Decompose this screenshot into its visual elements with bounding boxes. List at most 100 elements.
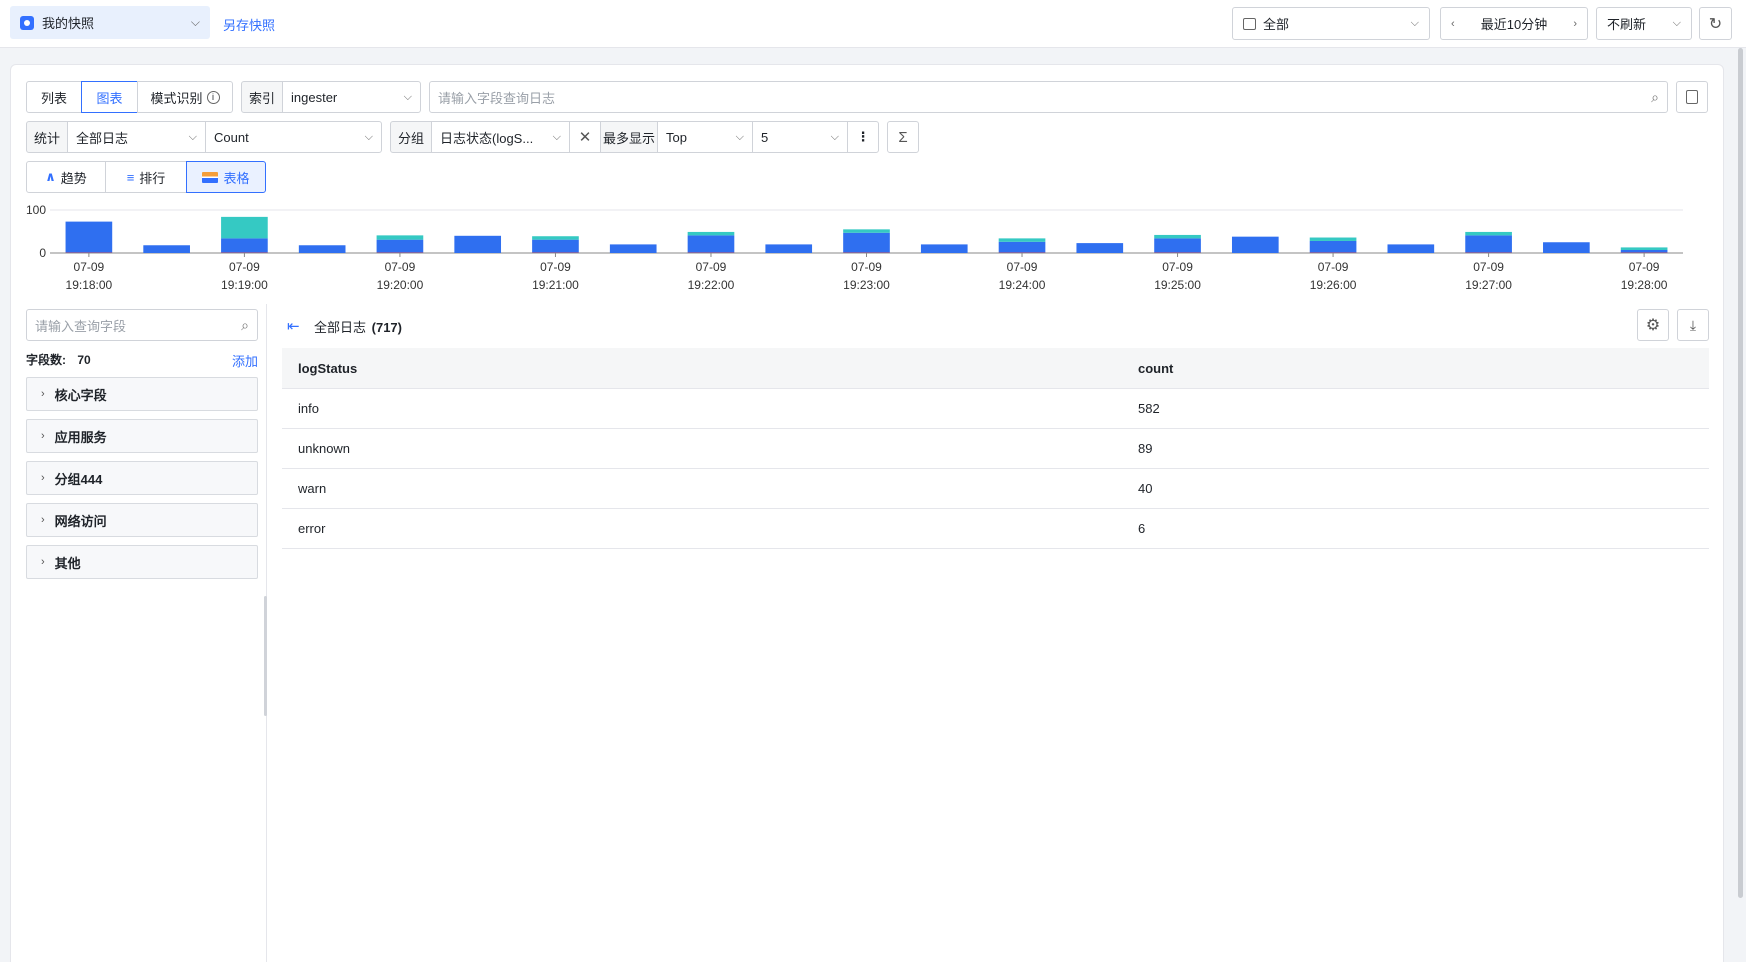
cell-count: 582 (1138, 401, 1160, 416)
field-count-label: 字段数: (26, 353, 66, 367)
chart-bar[interactable] (687, 235, 735, 253)
scope-value: 全部 (1263, 17, 1290, 32)
chart-bar[interactable] (532, 239, 579, 253)
max-value-select[interactable]: 5 ⌵ (752, 121, 848, 153)
field-group-core[interactable]: › 核心字段 (26, 377, 258, 411)
chart-bar[interactable] (376, 235, 424, 240)
index-select[interactable]: ingester ⌵ (282, 81, 421, 113)
chart-bar[interactable] (843, 232, 890, 253)
page-scrollbar[interactable] (1738, 48, 1743, 898)
x-tick-time: 19:18:00 (66, 278, 113, 292)
table-settings-button[interactable]: ⚙ (1637, 309, 1669, 341)
chart-bar[interactable] (1154, 238, 1201, 253)
x-tick-time: 19:24:00 (999, 278, 1046, 292)
chart-bar[interactable] (843, 229, 890, 233)
chevron-right-icon[interactable]: › (1573, 18, 1577, 30)
chart-bar[interactable] (1309, 237, 1357, 241)
stats-metric-select[interactable]: Count ⌵ (205, 121, 382, 153)
result-count: (717) (371, 320, 402, 335)
save-snapshot-link[interactable]: 另存快照 (223, 15, 275, 34)
cell-count: 89 (1138, 441, 1153, 456)
download-button[interactable]: ⤓ (1677, 309, 1709, 341)
refresh-value: 不刷新 (1607, 17, 1647, 32)
time-range-select[interactable]: ‹ 最近10分钟 › (1440, 7, 1588, 40)
chart-bar[interactable] (221, 238, 268, 253)
field-group-app[interactable]: › 应用服务 (26, 419, 258, 453)
collapse-sidebar-icon[interactable]: ⇤ (287, 317, 300, 335)
top-bar: 我的快照 ⌵ 另存快照 全部 ⌵ ‹ 最近10分钟 › 不刷新 ⌵ ↻ (0, 0, 1746, 48)
tab-table[interactable]: 表格 (186, 161, 266, 193)
table-icon (202, 171, 219, 183)
chart-bar[interactable] (1465, 231, 1512, 236)
stats-source-select[interactable]: 全部日志 ⌵ (67, 121, 206, 153)
chart-bar[interactable] (221, 216, 268, 239)
chart-bar[interactable] (454, 235, 502, 253)
field-count-value: 70 (77, 353, 91, 367)
scope-select[interactable]: 全部 ⌵ (1232, 7, 1430, 40)
refresh-interval-select[interactable]: 不刷新 ⌵ (1596, 7, 1692, 40)
chart-bar[interactable] (1543, 242, 1590, 253)
log-search-input[interactable]: 请输入字段查询日志 ⌕ (429, 81, 1668, 113)
field-group-444[interactable]: › 分组444 (26, 461, 258, 495)
chart-bar[interactable] (1465, 235, 1512, 253)
chart-bar[interactable] (1154, 234, 1201, 239)
chart-bar[interactable] (1076, 243, 1124, 253)
index-value: ingester (291, 89, 338, 105)
chart-bar[interactable] (143, 245, 190, 253)
chart-bar[interactable] (376, 239, 424, 253)
reload-button[interactable]: ↻ (1699, 7, 1732, 40)
field-group-label: 核心字段 (54, 387, 107, 403)
chart-bar[interactable] (998, 238, 1046, 242)
x-tick-date: 07-09 (851, 260, 882, 274)
chevron-left-icon[interactable]: ‹ (1451, 18, 1455, 30)
sum-button[interactable]: Σ (887, 121, 919, 153)
chart-bar[interactable] (609, 244, 657, 253)
field-group-other[interactable]: › 其他 (26, 545, 258, 579)
chart-bar[interactable] (687, 231, 735, 236)
chart-bar[interactable] (1620, 247, 1668, 250)
tab-trend-label: 趋势 (60, 170, 87, 186)
tab-chart[interactable]: 图表 (81, 81, 138, 113)
histogram-chart: 100 0 07-09 19:18:00 07-09 19:19:00 07-09 19:20… (26, 203, 1683, 292)
time-range-value: 最近10分钟 (1480, 17, 1548, 32)
trend-icon: ∧ (45, 169, 56, 184)
column-header-count[interactable]: count (1138, 361, 1173, 376)
x-tick-date: 07-09 (1318, 260, 1349, 274)
chart-bar[interactable] (1387, 244, 1435, 253)
y-tick-label: 0 (39, 246, 46, 260)
gear-icon: ⚙ (1645, 317, 1661, 334)
tab-trend[interactable]: ∧ 趋势 (26, 161, 106, 193)
tab-pattern[interactable]: 模式识别 i (137, 81, 233, 113)
chart-bar[interactable] (1620, 249, 1668, 253)
clear-group-button[interactable]: ✕ (569, 121, 601, 153)
tab-list[interactable]: 列表 (26, 81, 82, 113)
chart-bar[interactable] (298, 245, 346, 253)
download-icon: ⤓ (1689, 316, 1697, 333)
chart-bar[interactable] (1309, 240, 1357, 253)
chart-bar[interactable] (65, 221, 113, 253)
add-field-link[interactable]: 添加 (232, 351, 258, 370)
query-history-button[interactable] (1676, 81, 1708, 113)
x-tick-time: 19:19:00 (221, 278, 268, 292)
resize-handle[interactable] (264, 596, 267, 716)
x-tick-date: 07-09 (1007, 260, 1038, 274)
x-tick-date: 07-09 (1162, 260, 1193, 274)
chart-bar[interactable] (1231, 236, 1279, 253)
chart-bar[interactable] (532, 236, 579, 240)
x-tick-time: 19:26:00 (1310, 278, 1357, 292)
chart-bar[interactable] (765, 244, 813, 253)
chevron-right-icon: › (41, 556, 45, 568)
close-icon: ✕ (578, 129, 592, 146)
field-group-network[interactable]: › 网络访问 (26, 503, 258, 537)
x-tick-date: 07-09 (540, 260, 571, 274)
more-options-button[interactable]: ⋮ (847, 121, 879, 153)
tab-rank[interactable]: ≡ 排行 (105, 161, 187, 193)
max-mode-select[interactable]: Top ⌵ (657, 121, 753, 153)
chart-bar[interactable] (920, 244, 968, 253)
snapshot-select[interactable]: 我的快照 ⌵ (10, 6, 210, 39)
column-header-logstatus[interactable]: logStatus (282, 361, 1138, 376)
chevron-right-icon: › (41, 388, 45, 400)
chart-bar[interactable] (998, 241, 1046, 253)
field-search-input[interactable]: 请输入查询字段 ⌕ (26, 309, 258, 341)
group-select[interactable]: 日志状态(logS... ⌵ (431, 121, 570, 153)
